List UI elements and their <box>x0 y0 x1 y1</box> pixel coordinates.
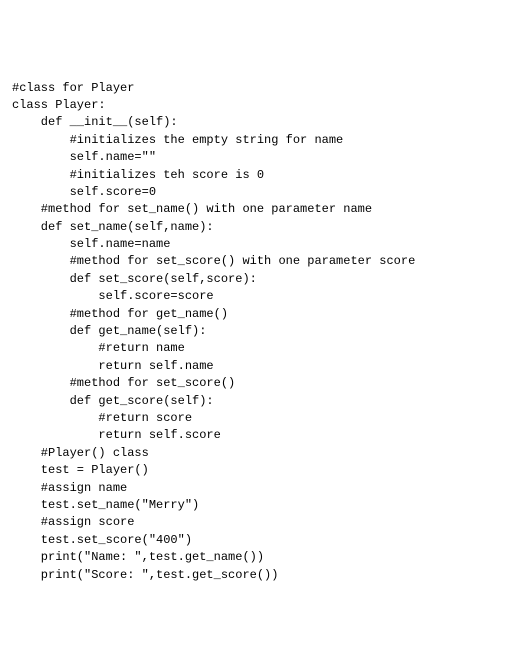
code-line: self.score=score <box>12 288 517 305</box>
code-line: #assign name <box>12 480 517 497</box>
code-line: #initializes the empty string for name <box>12 132 517 149</box>
code-line: #class for Player <box>12 80 517 97</box>
code-line: test = Player() <box>12 462 517 479</box>
code-line: return self.name <box>12 358 517 375</box>
code-line: def set_name(self,name): <box>12 219 517 236</box>
code-line: self.name=name <box>12 236 517 253</box>
code-line: #Player() class <box>12 445 517 462</box>
code-line: #initializes teh score is 0 <box>12 167 517 184</box>
code-line: #method for set_score() <box>12 375 517 392</box>
code-line: #method for set_name() with one paramete… <box>12 201 517 218</box>
code-line: def get_name(self): <box>12 323 517 340</box>
code-line: test.set_score("400") <box>12 532 517 549</box>
code-line: #method for set_score() with one paramet… <box>12 253 517 270</box>
code-line: self.name="" <box>12 149 517 166</box>
code-line: #return score <box>12 410 517 427</box>
code-line: def get_score(self): <box>12 393 517 410</box>
code-line: return self.score <box>12 427 517 444</box>
code-line: #assign score <box>12 514 517 531</box>
code-line: print("Name: ",test.get_name()) <box>12 549 517 566</box>
code-line: #method for get_name() <box>12 306 517 323</box>
code-line: self.score=0 <box>12 184 517 201</box>
code-line: class Player: <box>12 97 517 114</box>
code-line: print("Score: ",test.get_score()) <box>12 567 517 584</box>
code-line: test.set_name("Merry") <box>12 497 517 514</box>
code-line: def set_score(self,score): <box>12 271 517 288</box>
code-line: def __init__(self): <box>12 114 517 131</box>
code-block: #class for Playerclass Player: def __ini… <box>12 80 517 584</box>
code-line: #return name <box>12 340 517 357</box>
